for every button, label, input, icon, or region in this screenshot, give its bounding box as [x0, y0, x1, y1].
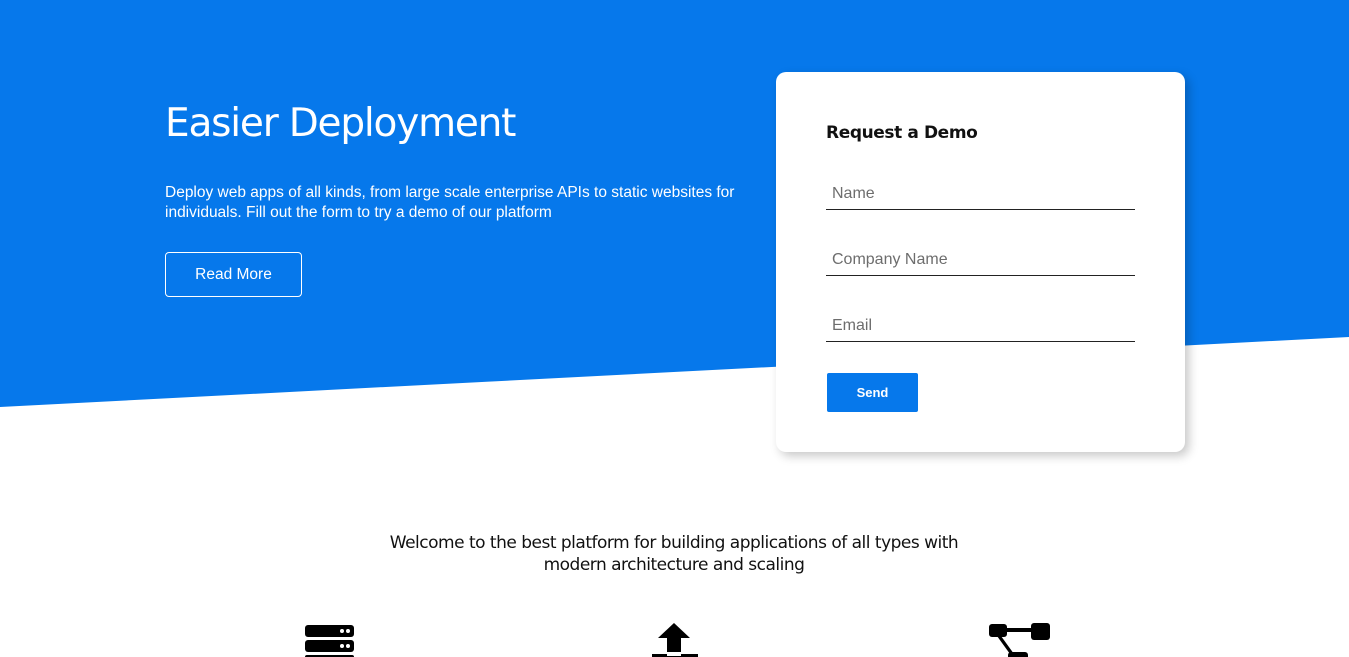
welcome-text: Welcome to the best platform for buildin…: [389, 533, 959, 575]
demo-form-title: Request a Demo: [826, 123, 978, 143]
company-name-input[interactable]: [826, 244, 1135, 276]
request-demo-card: Request a Demo Send: [776, 72, 1185, 452]
server-icon: [305, 625, 354, 657]
read-more-button[interactable]: Read More: [165, 252, 302, 297]
landing-page: Easier Deployment Deploy web apps of all…: [0, 0, 1349, 657]
hero-description: Deploy web apps of all kinds, from large…: [165, 184, 735, 221]
email-input[interactable]: [826, 310, 1135, 342]
hero-title: Easier Deployment: [165, 101, 516, 146]
upload-icon: [652, 623, 698, 657]
name-input[interactable]: [826, 178, 1135, 210]
send-button[interactable]: Send: [827, 373, 918, 412]
sitemap-icon: [989, 623, 1050, 657]
